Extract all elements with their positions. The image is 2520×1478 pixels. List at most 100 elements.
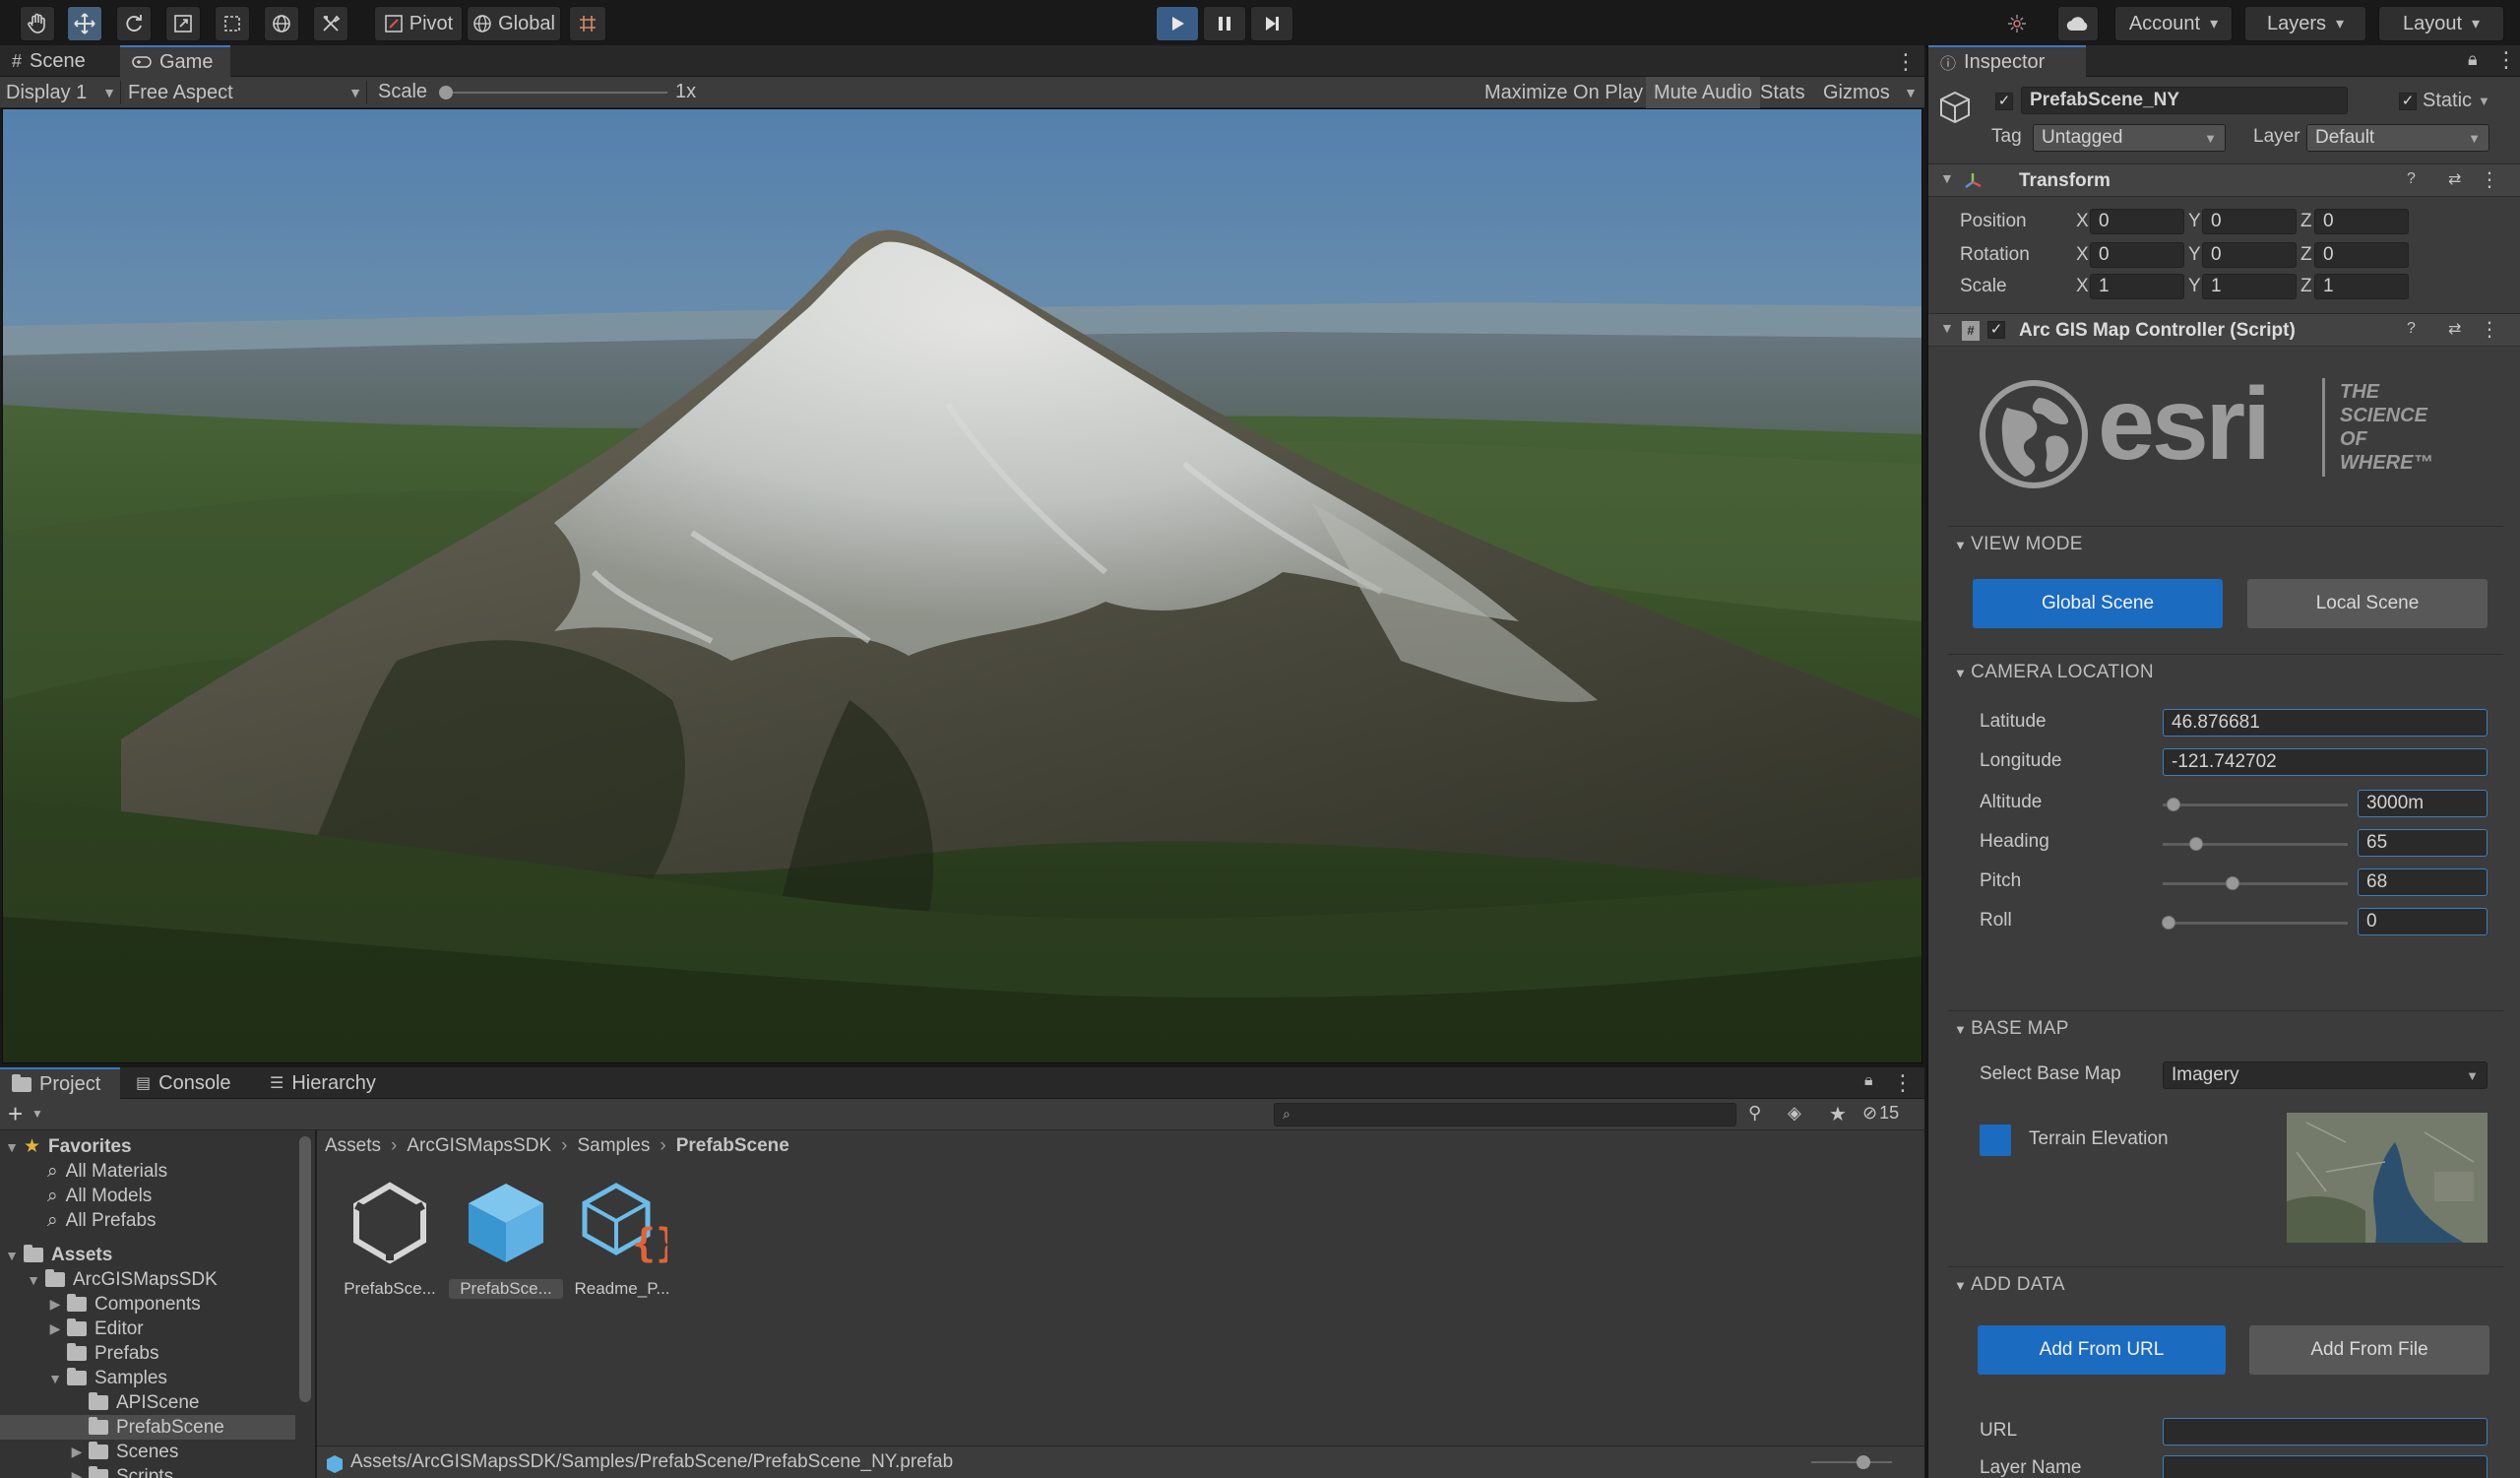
scale-slider[interactable] <box>439 85 667 100</box>
roll-field[interactable]: 0 <box>2358 908 2488 935</box>
basemap-thumbnail[interactable] <box>2287 1113 2488 1243</box>
tag-dropdown[interactable]: Untagged ▼ <box>2033 124 2226 152</box>
icon-size-slider[interactable] <box>1811 1461 1892 1463</box>
tab-project[interactable]: Project <box>0 1067 120 1099</box>
object-name-field[interactable]: PrefabScene_NY <box>2021 87 2348 114</box>
folder-samples[interactable]: ▼ Samples <box>47 1366 167 1390</box>
position-x-axis-label[interactable]: X <box>2076 211 2089 232</box>
stats-toggle[interactable]: Stats <box>1752 77 1813 108</box>
roll-slider-knob[interactable] <box>2161 916 2175 930</box>
create-plus-icon[interactable]: + <box>8 1099 23 1129</box>
static-dropdown[interactable]: Static ▼ <box>2423 87 2517 114</box>
mute-audio-toggle[interactable]: Mute Audio <box>1646 77 1761 108</box>
longitude-field[interactable]: -121.742702 <box>2163 748 2488 776</box>
hidden-packages-toggle[interactable]: ⊘ 15 <box>1862 1103 1899 1124</box>
scale-z-axis-label[interactable]: Z <box>2300 276 2312 297</box>
scale-y-axis-label[interactable]: Y <box>2188 276 2201 297</box>
scale-z-field[interactable]: 1 <box>2314 274 2409 299</box>
rotation-x-axis-label[interactable]: X <box>2076 244 2089 266</box>
folder-scenes[interactable]: ▶ Scenes <box>69 1440 179 1464</box>
add-from-url-button[interactable]: Add From URL <box>1978 1325 2226 1375</box>
script-enabled-checkbox[interactable]: ✓ <box>1987 321 2005 339</box>
cloud-button[interactable] <box>2057 6 2099 41</box>
favorite-star-icon[interactable]: ★ <box>1829 1102 1847 1126</box>
base-map-dropdown[interactable]: Imagery ▼ <box>2163 1061 2488 1089</box>
terrain-elevation-checkbox[interactable] <box>1980 1125 2011 1156</box>
kebab-menu-icon[interactable]: ⋮ <box>2480 317 2499 342</box>
tree-scrollbar[interactable] <box>299 1136 311 1402</box>
script-header[interactable]: ▼ # ✓ Arc GIS Map Controller (Script) ? … <box>1928 313 2520 347</box>
camera-location-section[interactable]: ▼ CAMERA LOCATION <box>1954 662 2154 683</box>
position-z-field[interactable]: 0 <box>2314 209 2409 234</box>
url-field[interactable] <box>2163 1418 2488 1446</box>
folder-arcgismapssdk[interactable]: ▼ ArcGISMapsSDK <box>26 1267 218 1292</box>
favorites-header[interactable]: ▼ ★ Favorites <box>4 1134 131 1159</box>
icon-size-slider-knob[interactable] <box>1857 1455 1870 1469</box>
altitude-field[interactable]: 3000m <box>2358 790 2488 817</box>
rotation-z-axis-label[interactable]: Z <box>2300 244 2312 266</box>
tab-inspector[interactable]: ⓘ Inspector <box>1928 45 2086 77</box>
position-z-axis-label[interactable]: Z <box>2300 211 2312 232</box>
active-checkbox[interactable]: ✓ <box>1995 93 2013 110</box>
scale-x-field[interactable]: 1 <box>2090 274 2184 299</box>
transform-tool-button[interactable] <box>264 6 299 41</box>
folder-components[interactable]: ▶ Components <box>47 1292 201 1317</box>
scale-tool-button[interactable] <box>165 6 201 41</box>
kebab-menu-icon[interactable]: ⋮ <box>2495 47 2517 73</box>
rotate-tool-button[interactable] <box>116 6 152 41</box>
add-data-section[interactable]: ▼ ADD DATA <box>1954 1274 2065 1296</box>
help-icon[interactable]: ? <box>2407 170 2416 188</box>
chevron-down-icon[interactable]: ▼ <box>32 1107 43 1121</box>
folder-scripts[interactable]: ▶ Scripts <box>69 1464 173 1478</box>
custom-tool-button[interactable] <box>313 6 348 41</box>
folder-prefabscene[interactable]: PrefabScene <box>69 1415 224 1440</box>
layer-dropdown[interactable]: Default ▼ <box>2306 124 2489 152</box>
rotation-y-axis-label[interactable]: Y <box>2188 244 2201 266</box>
account-dropdown[interactable]: Account <box>2114 6 2233 41</box>
static-checkbox[interactable]: ✓ <box>2399 93 2417 110</box>
global-toggle[interactable]: Global <box>467 6 561 41</box>
game-viewport[interactable] <box>2 108 1922 1063</box>
base-map-section[interactable]: ▼ BASE MAP <box>1954 1018 2069 1040</box>
lock-icon[interactable]: 🔒︎ <box>1864 1072 1873 1090</box>
latitude-field[interactable]: 46.876681 <box>2163 709 2488 737</box>
roll-slider[interactable] <box>2163 922 2348 925</box>
heading-field[interactable]: 65 <box>2358 829 2488 857</box>
local-scene-button[interactable]: Local Scene <box>2247 579 2488 628</box>
move-tool-button[interactable] <box>67 6 102 41</box>
scale-slider-knob[interactable] <box>439 86 453 99</box>
scale-x-axis-label[interactable]: X <box>2076 276 2089 297</box>
favorite-all-materials[interactable]: ⌕ All Materials <box>47 1159 167 1184</box>
heading-slider-knob[interactable] <box>2188 837 2203 851</box>
filter-by-type-icon[interactable]: ⚲ <box>1748 1103 1761 1124</box>
kebab-menu-icon[interactable]: ⋮ <box>1895 49 1917 75</box>
favorite-all-models[interactable]: ⌕ All Models <box>47 1184 152 1208</box>
altitude-slider-knob[interactable] <box>2167 798 2181 811</box>
asset-prefab-selected[interactable]: PrefabSce... <box>449 1178 563 1299</box>
folder-prefabs[interactable]: Prefabs <box>47 1341 158 1366</box>
rotation-x-field[interactable]: 0 <box>2090 242 2184 268</box>
layer-name-field[interactable] <box>2163 1455 2488 1478</box>
play-button[interactable] <box>1156 6 1199 41</box>
position-y-axis-label[interactable]: Y <box>2188 211 2201 232</box>
lock-icon[interactable]: 🔒︎ <box>2468 49 2478 70</box>
aspect-dropdown[interactable]: Free Aspect ▼ <box>128 77 362 108</box>
tab-console[interactable]: ▤ Console <box>124 1067 252 1099</box>
preset-icon[interactable]: ⇄ <box>2448 319 2461 339</box>
assets-root[interactable]: ▼ Assets <box>4 1243 112 1267</box>
hand-tool-button[interactable] <box>20 6 55 41</box>
help-icon[interactable]: ? <box>2407 320 2416 338</box>
kebab-menu-icon[interactable]: ⋮ <box>1892 1070 1914 1096</box>
pitch-slider-knob[interactable] <box>2226 876 2240 890</box>
pitch-field[interactable]: 68 <box>2358 868 2488 896</box>
folder-apiscene[interactable]: APIScene <box>69 1390 200 1415</box>
folder-editor[interactable]: ▶ Editor <box>47 1317 144 1341</box>
project-search-input[interactable]: ⌕ <box>1274 1103 1736 1126</box>
asset-unity-scene[interactable]: PrefabSce... <box>333 1178 447 1299</box>
scale-y-field[interactable]: 1 <box>2202 274 2297 299</box>
favorite-all-prefabs[interactable]: ⌕ All Prefabs <box>47 1208 157 1233</box>
add-from-file-button[interactable]: Add From File <box>2249 1325 2489 1375</box>
breadcrumb-current[interactable]: PrefabScene <box>676 1135 789 1157</box>
pause-button[interactable] <box>1203 6 1246 41</box>
pivot-toggle[interactable]: Pivot <box>374 6 463 41</box>
